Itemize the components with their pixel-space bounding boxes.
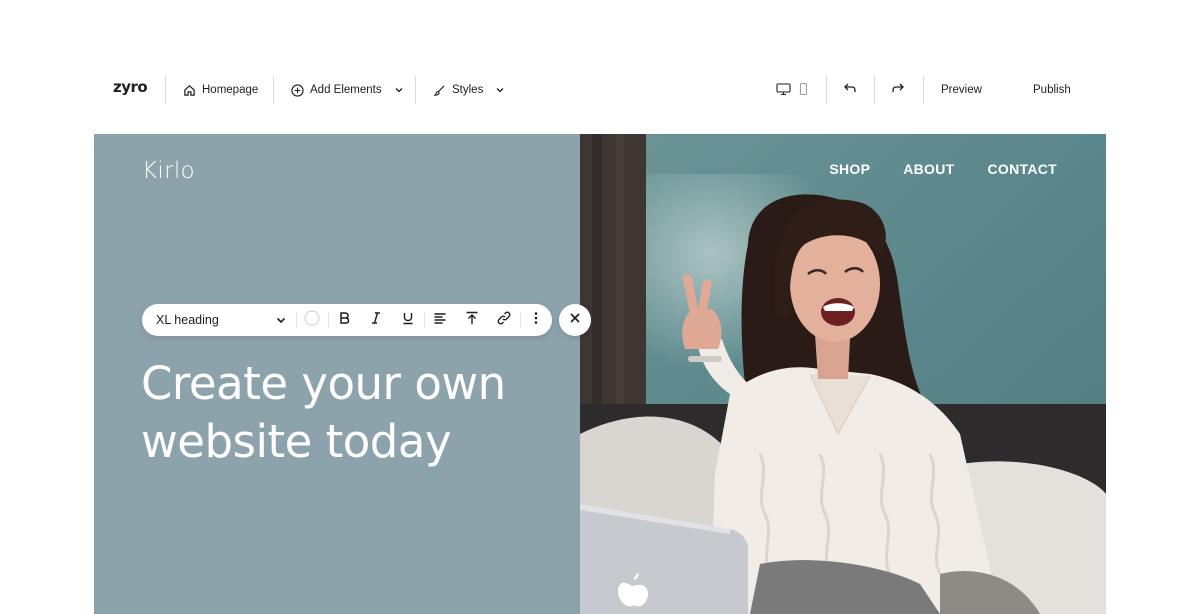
more-options-button[interactable] (526, 310, 546, 330)
vertical-align-button[interactable] (462, 310, 482, 330)
site-canvas: Kirlo Create your own website today SHOP… (94, 134, 1106, 614)
nav-item-contact[interactable]: CONTACT (988, 161, 1058, 177)
close-toolbar-button[interactable] (559, 304, 591, 336)
preview-button[interactable]: Preview (941, 66, 982, 114)
toolbar-divider (923, 76, 924, 104)
chevron-down-icon (495, 85, 505, 95)
hero-heading[interactable]: Create your own website today (141, 355, 561, 471)
hero-photo[interactable] (580, 134, 1106, 614)
text-edit-toolbar: XL heading (142, 304, 552, 336)
plus-circle-icon (291, 83, 304, 97)
toolbar-divider (415, 76, 416, 104)
zyro-logo[interactable]: zyro (113, 78, 148, 96)
redo-button[interactable] (888, 80, 908, 100)
chevron-down-icon (274, 313, 288, 330)
publish-button[interactable]: Publish (1033, 66, 1071, 114)
desktop-icon[interactable] (776, 82, 791, 101)
styles-label: Styles (452, 84, 484, 96)
editor-toolbar: zyro Homepage Add Elements Styles Previe… (0, 66, 1200, 114)
undo-icon (843, 81, 857, 100)
italic-icon (369, 311, 383, 330)
link-button[interactable] (494, 310, 514, 330)
toolbar-divider (874, 76, 875, 104)
hero-image (580, 134, 1106, 614)
preview-label: Preview (941, 84, 982, 96)
mobile-icon[interactable] (799, 82, 808, 101)
toolbar-divider (826, 76, 827, 104)
toolbar-divider (296, 312, 297, 328)
site-nav: SHOP ABOUT CONTACT (829, 161, 1057, 177)
align-button[interactable] (430, 310, 450, 330)
nav-item-shop[interactable]: SHOP (829, 161, 870, 177)
toolbar-divider (520, 312, 521, 328)
device-toggle (776, 82, 808, 101)
publish-label: Publish (1033, 84, 1071, 96)
italic-button[interactable] (366, 310, 386, 330)
chevron-down-icon (394, 85, 404, 95)
toolbar-divider (328, 312, 329, 328)
home-icon (183, 84, 196, 97)
close-icon (569, 311, 581, 329)
styles-button[interactable]: Styles (433, 66, 505, 114)
brush-icon (433, 84, 446, 97)
hero-left-panel[interactable]: Kirlo Create your own website today (94, 134, 580, 614)
text-style-value: XL heading (156, 313, 219, 327)
vertical-align-top-icon (465, 311, 479, 330)
toolbar-divider (424, 312, 425, 328)
text-color-button[interactable] (302, 310, 322, 330)
toolbar-divider (165, 76, 166, 104)
color-swatch (304, 310, 320, 331)
bold-icon (337, 311, 351, 330)
add-elements-button[interactable]: Add Elements (291, 66, 404, 114)
bold-button[interactable] (334, 310, 354, 330)
page-selector-button[interactable]: Homepage (183, 66, 258, 114)
toolbar-divider (273, 76, 274, 104)
redo-icon (891, 81, 905, 100)
nav-item-about[interactable]: ABOUT (903, 161, 954, 177)
underline-icon (401, 311, 415, 330)
text-style-select[interactable]: XL heading (156, 304, 290, 336)
undo-button[interactable] (840, 80, 860, 100)
link-icon (497, 311, 511, 330)
add-elements-label: Add Elements (310, 84, 382, 96)
more-icon (529, 311, 543, 330)
site-logo[interactable]: Kirlo (142, 158, 195, 184)
underline-button[interactable] (398, 310, 418, 330)
page-selector-label: Homepage (202, 84, 259, 96)
align-left-icon (433, 311, 447, 330)
